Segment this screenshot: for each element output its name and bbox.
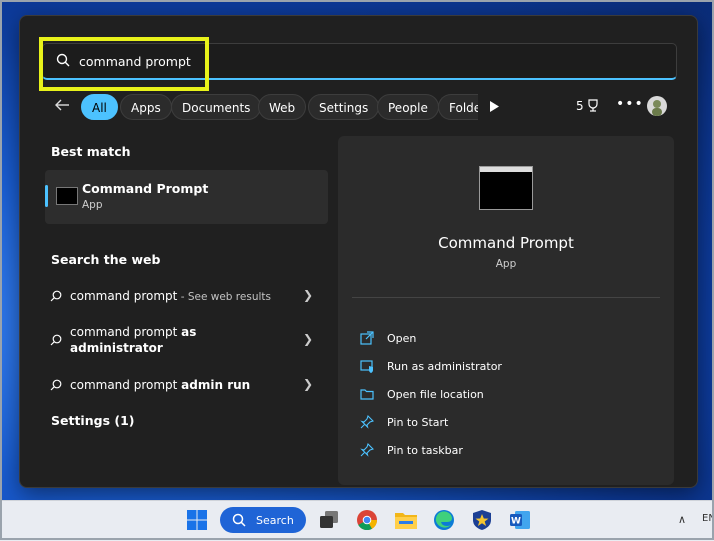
best-match-type: App bbox=[82, 199, 103, 211]
search-icon bbox=[50, 379, 62, 391]
web-result-bold-text: admin run bbox=[181, 378, 251, 392]
command-prompt-large-icon bbox=[479, 166, 533, 210]
folder-icon bbox=[360, 389, 374, 400]
filter-bar: All Apps Documents Web Settings People F… bbox=[20, 94, 697, 122]
search-icon bbox=[232, 513, 246, 527]
open-external-icon bbox=[360, 331, 374, 345]
web-result-text: command prompt bbox=[70, 378, 182, 392]
web-result-item[interactable]: command prompt admin run ❯ bbox=[50, 377, 320, 397]
action-label: Run as administrator bbox=[387, 360, 502, 373]
windows-start-icon[interactable] bbox=[186, 509, 208, 531]
pin-icon bbox=[360, 443, 374, 457]
filter-chip-people[interactable]: People bbox=[377, 94, 439, 120]
web-result-text: command prompt bbox=[70, 325, 182, 339]
best-match-item[interactable]: Command Prompt App bbox=[45, 170, 328, 224]
filter-chip-documents[interactable]: Documents bbox=[171, 94, 262, 120]
web-result-item[interactable]: command prompt - See web results ❯ bbox=[50, 288, 320, 308]
points-count: 5 bbox=[576, 99, 584, 113]
rewards-points[interactable]: 5 bbox=[576, 99, 599, 113]
filter-chip-apps[interactable]: Apps bbox=[120, 94, 172, 120]
taskbar-search-button[interactable]: Search bbox=[220, 507, 306, 533]
filter-chip-all[interactable]: All bbox=[81, 94, 118, 120]
svg-text:W: W bbox=[511, 517, 521, 527]
chevron-right-icon: ❯ bbox=[303, 377, 314, 391]
search-icon bbox=[50, 334, 62, 346]
shield-admin-icon bbox=[360, 360, 373, 373]
word-icon[interactable]: W bbox=[509, 509, 531, 531]
search-highlight-box bbox=[39, 37, 209, 91]
taskbar: Search W ∧ EN bbox=[0, 500, 714, 541]
pin-icon bbox=[360, 415, 374, 429]
web-result-hint: - See web results bbox=[177, 291, 271, 303]
task-view-icon[interactable] bbox=[318, 509, 340, 531]
more-options-button[interactable]: ••• bbox=[616, 96, 644, 112]
best-match-name: Command Prompt bbox=[82, 181, 209, 196]
filter-chip-folders[interactable]: Folde bbox=[438, 94, 478, 120]
action-label: Pin to Start bbox=[387, 416, 449, 429]
web-result-item[interactable]: command prompt as administrator ❯ bbox=[50, 324, 320, 358]
chrome-icon[interactable] bbox=[356, 509, 378, 531]
avatar-icon bbox=[652, 100, 662, 116]
show-hidden-icons-icon[interactable]: ∧ bbox=[678, 513, 686, 526]
avatar[interactable] bbox=[647, 96, 667, 116]
action-label: Pin to taskbar bbox=[387, 444, 463, 457]
action-label: Open file location bbox=[387, 388, 484, 401]
edge-icon[interactable] bbox=[433, 509, 455, 531]
scroll-right-icon[interactable] bbox=[490, 101, 499, 112]
search-icon bbox=[50, 290, 62, 302]
file-explorer-icon[interactable] bbox=[394, 509, 418, 531]
language-indicator[interactable]: EN bbox=[702, 513, 714, 524]
preview-pane: Command Prompt App Open Run as administr… bbox=[338, 136, 674, 485]
action-label: Open bbox=[387, 332, 417, 345]
chevron-right-icon: ❯ bbox=[303, 332, 314, 346]
chevron-right-icon: ❯ bbox=[303, 288, 314, 302]
filter-chip-settings[interactable]: Settings bbox=[308, 94, 380, 120]
best-match-heading: Best match bbox=[51, 144, 131, 159]
selection-indicator bbox=[45, 185, 48, 207]
back-arrow-icon[interactable] bbox=[54, 98, 70, 112]
filter-chip-web[interactable]: Web bbox=[258, 94, 307, 120]
preview-title: Command Prompt bbox=[438, 234, 574, 252]
web-result-text: command prompt bbox=[70, 289, 178, 303]
divider bbox=[352, 297, 660, 298]
preview-type: App bbox=[495, 258, 517, 270]
settings-heading[interactable]: Settings (1) bbox=[51, 413, 134, 428]
command-prompt-icon bbox=[56, 187, 78, 205]
security-shield-icon[interactable] bbox=[471, 509, 493, 531]
taskbar-search-label: Search bbox=[256, 514, 294, 527]
rewards-trophy-icon bbox=[588, 99, 599, 112]
search-web-heading: Search the web bbox=[51, 252, 161, 267]
